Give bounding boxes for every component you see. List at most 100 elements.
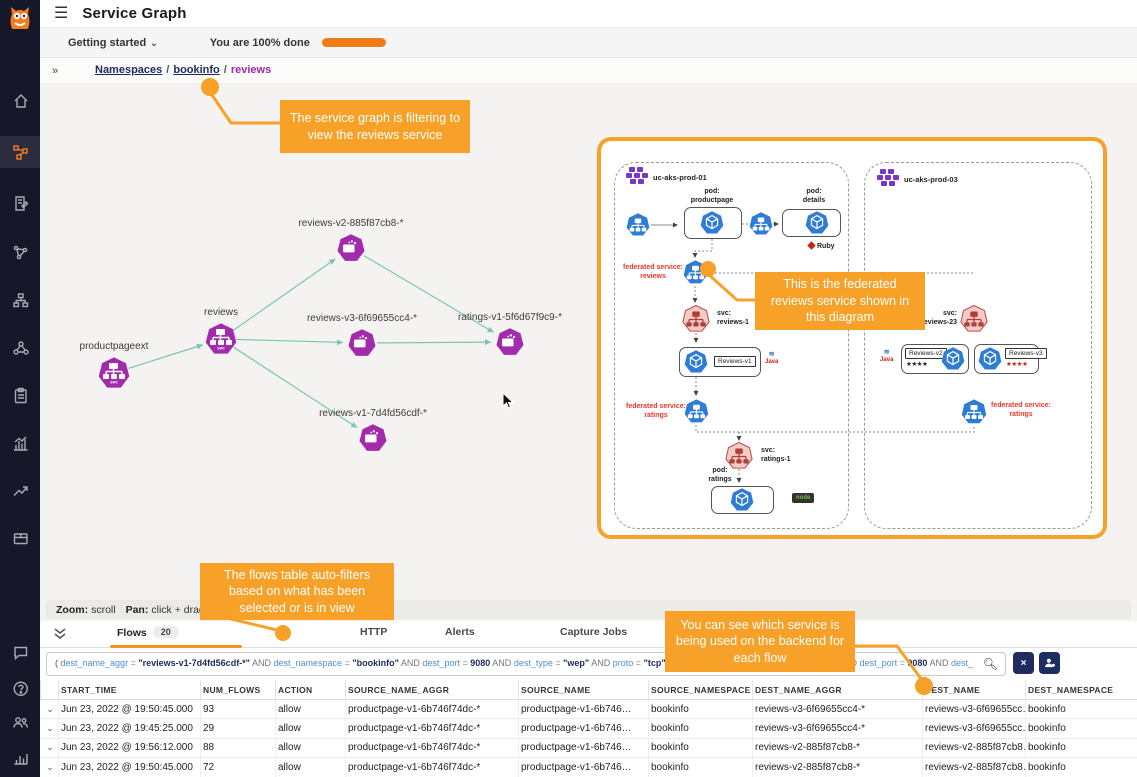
graph-node-reviews-v3[interactable] xyxy=(347,328,377,358)
flow-row-1[interactable]: ⌄Jun 23, 2022 @ 19:45:25.00029allowprodu… xyxy=(40,719,1137,738)
row-expand-icon[interactable]: ⌄ xyxy=(40,758,58,776)
column-header-dest_name[interactable]: DEST_NAME xyxy=(922,680,1025,699)
tab-alerts[interactable]: Alerts xyxy=(445,626,475,638)
callout-flows-filter: The flows table auto-filters based on wh… xyxy=(200,563,394,620)
callout-federated: This is the federated reviews service sh… xyxy=(755,272,925,330)
column-header-source_name[interactable]: SOURCE_NAME xyxy=(518,680,648,699)
getting-started-dropdown[interactable]: Getting started⌄ xyxy=(68,37,158,49)
query-token: dest_name_aggr xyxy=(61,658,129,668)
sidebar-item-home[interactable] xyxy=(0,84,40,116)
pod-productpage-label: pod: productpage xyxy=(677,188,747,206)
cell-dest_name: reviews-v2-885f87cb8… xyxy=(922,758,1025,776)
row-expand-icon[interactable]: ⌄ xyxy=(40,719,58,737)
double-chevron-down-icon[interactable] xyxy=(52,626,68,642)
chevron-down-icon: ⌄ xyxy=(150,38,158,48)
column-header-source_namespace[interactable]: SOURCE_NAMESPACE xyxy=(648,680,752,699)
column-header-start_time[interactable]: START_TIME xyxy=(58,680,200,699)
usage-metrics-icon xyxy=(12,749,29,766)
tab-http[interactable]: HTTP xyxy=(360,626,387,638)
clear-filter-button[interactable]: × xyxy=(1013,652,1034,674)
flows-query-input[interactable]: ( dest_name_aggr = "reviews-v1-7d4fd56cd… xyxy=(46,652,1006,676)
flow-row-0[interactable]: ⌄Jun 23, 2022 @ 19:50:45.00093allowprodu… xyxy=(40,700,1137,719)
compliance-clipboard-icon xyxy=(12,387,29,404)
page-title: Service Graph xyxy=(82,5,186,22)
query-token: dest_ xyxy=(951,658,973,668)
cell-start_time: Jun 23, 2022 @ 19:50:45.000 xyxy=(58,758,200,776)
header-expand-spacer xyxy=(40,680,58,699)
row-expand-icon[interactable]: ⌄ xyxy=(40,739,58,757)
graph-node-label-reviews-v3: reviews-v3-6f69655cc4-* xyxy=(277,313,447,324)
sidebar-item-chat-bubble[interactable] xyxy=(0,636,40,668)
cell-action: allow xyxy=(275,700,345,718)
query-token: = xyxy=(345,658,350,668)
breadcrumb-link-namespaces[interactable]: Namespaces xyxy=(95,64,162,76)
tab-flows[interactable]: Flows20 xyxy=(117,626,179,639)
query-token: "tcp" xyxy=(644,658,666,668)
column-header-source_name_aggr[interactable]: SOURCE_NAME_AGGR xyxy=(345,680,518,699)
cell-dest_namespace: bookinfo xyxy=(1025,758,1137,776)
hamburger-menu-icon[interactable]: ☰ xyxy=(54,6,68,22)
cell-dest_namespace: bookinfo xyxy=(1025,739,1137,757)
expand-panel-icon[interactable]: » xyxy=(46,62,64,80)
column-header-action[interactable]: ACTION xyxy=(275,680,345,699)
query-token: AND xyxy=(492,658,511,668)
cluster1-name: uc-aks-prod-01 xyxy=(653,173,707,182)
sidebar-item-clusters[interactable] xyxy=(0,332,40,364)
archive-box-icon xyxy=(12,529,29,546)
breadcrumb-current: reviews xyxy=(231,64,271,76)
flow-row-2[interactable]: ⌄Jun 23, 2022 @ 19:56:12.00088allowprodu… xyxy=(40,739,1137,758)
sidebar-item-activity-chart[interactable] xyxy=(0,427,40,459)
search-icon[interactable]: 🔍︎ xyxy=(983,657,998,671)
cell-num_flows: 93 xyxy=(200,700,275,718)
federated-reviews-service-icon xyxy=(682,259,709,286)
column-header-dest_namespace[interactable]: DEST_NAMESPACE xyxy=(1025,680,1137,699)
row-expand-icon[interactable]: ⌄ xyxy=(40,700,58,718)
graph-node-label-reviews-v1: reviews-v1-7d4fd56cdf-* xyxy=(288,408,458,419)
cell-dest_name_aggr: reviews-v3-6f69655cc4-* xyxy=(752,700,922,718)
graph-node-reviews-v2[interactable] xyxy=(336,233,366,263)
column-header-dest_name_aggr[interactable]: DEST_NAME_AGGR xyxy=(752,680,922,699)
flow-visualization-icon xyxy=(12,244,29,261)
query-token: "bookinfo" xyxy=(352,658,399,668)
query-token: AND xyxy=(929,658,948,668)
cell-dest_namespace: bookinfo xyxy=(1025,700,1137,718)
calico-cat-logo xyxy=(5,3,35,33)
graph-node-productpageext[interactable]: svc xyxy=(97,356,131,390)
graph-node-reviews-v1[interactable] xyxy=(358,423,388,453)
policies-icon xyxy=(12,195,29,212)
graph-node-reviews[interactable]: svc xyxy=(204,322,238,356)
cell-dest_name: reviews-v3-6f69655cc… xyxy=(922,700,1025,718)
sidebar-item-compliance-clipboard[interactable] xyxy=(0,379,40,411)
sidebar-item-policies[interactable] xyxy=(0,187,40,219)
cell-start_time: Jun 23, 2022 @ 19:50:45.000 xyxy=(58,700,200,718)
cell-num_flows: 29 xyxy=(200,719,275,737)
callout-graph-filter: The service graph is filtering to view t… xyxy=(280,100,470,153)
cell-source_namespace: bookinfo xyxy=(648,719,752,737)
flows-table-header: START_TIMENUM_FLOWSACTIONSOURCE_NAME_AGG… xyxy=(40,680,1137,700)
pod-details-label: pod: details xyxy=(779,188,849,206)
column-header-num_flows[interactable]: NUM_FLOWS xyxy=(200,680,275,699)
breadcrumb-link-bookinfo[interactable]: bookinfo xyxy=(173,64,219,76)
cell-dest_name: reviews-v3-6f69655cc… xyxy=(922,719,1025,737)
sidebar-item-users[interactable] xyxy=(0,706,40,738)
sidebar-item-archive-box[interactable] xyxy=(0,521,40,553)
cell-source_name_aggr: productpage-v1-6b746f74dc-* xyxy=(345,719,518,737)
sidebar-item-service-graph[interactable] xyxy=(0,136,40,168)
java-logo: ≋Java xyxy=(765,351,778,365)
cell-num_flows: 88 xyxy=(200,739,275,757)
tree-view-icon xyxy=(12,292,29,309)
sidebar-item-help[interactable] xyxy=(0,672,40,704)
service-icon-blue xyxy=(748,211,774,237)
sidebar-item-trends[interactable] xyxy=(0,474,40,506)
user-settings-button[interactable] xyxy=(1039,652,1060,674)
sidebar-item-usage-metrics[interactable] xyxy=(0,741,40,773)
cell-source_namespace: bookinfo xyxy=(648,758,752,776)
graph-node-ratings-v1[interactable] xyxy=(495,327,525,357)
sidebar-item-flow-visualization[interactable] xyxy=(0,236,40,268)
sidebar-item-tree-view[interactable] xyxy=(0,284,40,316)
federated-ratings-left-label: federated service: ratings xyxy=(621,403,691,421)
flow-row-3[interactable]: ⌄Jun 23, 2022 @ 19:50:45.00072allowprodu… xyxy=(40,758,1137,777)
query-token: AND xyxy=(591,658,610,668)
tab-capture-jobs[interactable]: Capture Jobs xyxy=(560,626,627,638)
query-token: "reviews-v1-7d4fd56cdf-*" xyxy=(138,658,250,668)
